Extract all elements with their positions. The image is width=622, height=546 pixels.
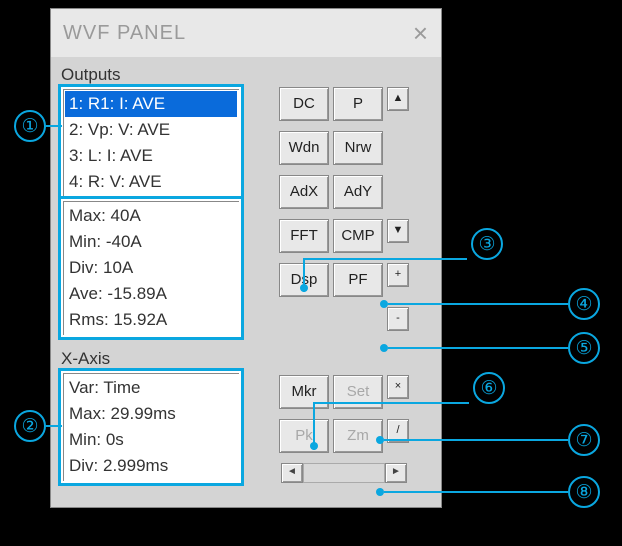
scroll-left-button[interactable]: ◄ bbox=[281, 463, 303, 483]
dc-button[interactable]: DC bbox=[279, 87, 329, 121]
ady-button[interactable]: AdY bbox=[333, 175, 383, 209]
cmp-button[interactable]: CMP bbox=[333, 219, 383, 253]
callout-6-badge: ⑥ bbox=[473, 372, 505, 404]
zm-button[interactable]: Zm bbox=[333, 419, 383, 453]
stat-ave: Ave: -15.89A bbox=[65, 281, 237, 307]
list-item[interactable]: 4: R: V: AVE bbox=[65, 169, 237, 195]
nrw-button[interactable]: Nrw bbox=[333, 131, 383, 165]
dialog-title: WVF PANEL bbox=[63, 22, 186, 45]
mul-button[interactable]: × bbox=[387, 375, 409, 399]
list-item[interactable]: 1: R1: I: AVE bbox=[65, 91, 237, 117]
outputs-stats-box: Max: 40A Min: -40A Div: 10A Ave: -15.89A… bbox=[61, 199, 241, 337]
callout-1-badge: ① bbox=[14, 110, 46, 142]
wvf-panel-dialog: WVF PANEL × Outputs 1: R1: I: AVE 2: Vp:… bbox=[50, 8, 442, 508]
callout-2-badge: ② bbox=[14, 410, 46, 442]
p-button[interactable]: P bbox=[333, 87, 383, 121]
xaxis-max: Max: 29.99ms bbox=[65, 401, 237, 427]
scroll-down-button[interactable]: ▼ bbox=[387, 219, 409, 243]
callout-4-badge: ④ bbox=[568, 288, 600, 320]
set-button[interactable]: Set bbox=[333, 375, 383, 409]
mkr-button[interactable]: Mkr bbox=[279, 375, 329, 409]
xaxis-min: Min: 0s bbox=[65, 427, 237, 453]
outputs-label: Outputs bbox=[61, 65, 431, 85]
wdn-button[interactable]: Wdn bbox=[279, 131, 329, 165]
scroll-up-button[interactable]: ▲ bbox=[387, 87, 409, 111]
callout-7-badge: ⑦ bbox=[568, 424, 600, 456]
stat-max: Max: 40A bbox=[65, 203, 237, 229]
button-grid: DC P ▲ Wdn Nrw AdX AdY FFT CMP ▼ Dsp PF … bbox=[279, 87, 409, 341]
callout-8-badge: ⑧ bbox=[568, 476, 600, 508]
stat-min: Min: -40A bbox=[65, 229, 237, 255]
scroll-right-button[interactable]: ► bbox=[385, 463, 407, 483]
adx-button[interactable]: AdX bbox=[279, 175, 329, 209]
fft-button[interactable]: FFT bbox=[279, 219, 329, 253]
xaxis-label: X-Axis bbox=[61, 349, 241, 369]
title-bar: WVF PANEL × bbox=[51, 9, 441, 57]
outputs-listbox[interactable]: 1: R1: I: AVE 2: Vp: V: AVE 3: L: I: AVE… bbox=[61, 87, 241, 199]
pf-button[interactable]: PF bbox=[333, 263, 383, 297]
pk-button[interactable]: Pk bbox=[279, 419, 329, 453]
close-icon[interactable]: × bbox=[413, 18, 429, 49]
dsp-button[interactable]: Dsp bbox=[279, 263, 329, 297]
plus-button[interactable]: + bbox=[387, 263, 409, 287]
xaxis-var: Var: Time bbox=[65, 375, 237, 401]
callout-3-badge: ③ bbox=[471, 228, 503, 260]
stat-div: Div: 10A bbox=[65, 255, 237, 281]
h-scrollbar-track[interactable] bbox=[303, 463, 385, 483]
xaxis-box: Var: Time Max: 29.99ms Min: 0s Div: 2.99… bbox=[61, 371, 241, 483]
callout-5-badge: ⑤ bbox=[568, 332, 600, 364]
list-item[interactable]: 2: Vp: V: AVE bbox=[65, 117, 237, 143]
stat-rms: Rms: 15.92A bbox=[65, 307, 237, 333]
minus-button[interactable]: - bbox=[387, 307, 409, 331]
list-item[interactable]: 3: L: I: AVE bbox=[65, 143, 237, 169]
xaxis-div: Div: 2.999ms bbox=[65, 453, 237, 479]
div-button[interactable]: / bbox=[387, 419, 409, 443]
